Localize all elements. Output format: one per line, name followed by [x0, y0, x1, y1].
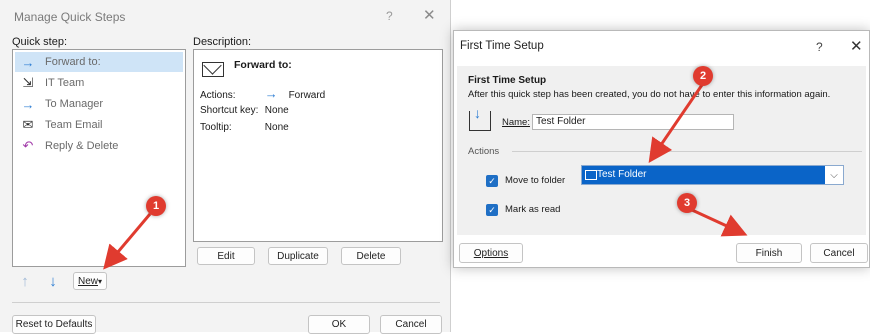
shortcut-key: Shortcut key:: [200, 105, 259, 116]
new-button-label: New: [77, 275, 98, 287]
options-button[interactable]: Options: [459, 243, 523, 263]
folder-select[interactable]: Test Folder ⌵: [581, 165, 844, 185]
list-item-team-email[interactable]: ✉ Team Email: [15, 115, 183, 135]
actions-label: Actions: [468, 146, 500, 157]
shortcut-value: None: [264, 105, 289, 116]
forward-arrow-icon: →: [21, 96, 35, 112]
delete-button[interactable]: Delete: [341, 247, 401, 265]
list-item-label: Reply & Delete: [45, 140, 119, 152]
close-icon[interactable]: ✕: [850, 37, 863, 55]
help-button[interactable]: ?: [816, 40, 823, 54]
tooltip-key: Tooltip:: [200, 122, 232, 133]
move-to-folder-label: Move to folder: [505, 175, 566, 186]
quick-step-icon: ↓: [469, 105, 491, 131]
manage-quick-steps-dialog: Manage Quick Steps ? ✕ Quick step: Descr…: [0, 0, 451, 334]
dialog-title: Manage Quick Steps: [14, 10, 126, 24]
envelope-icon: ✉: [22, 117, 34, 132]
list-item-label: Team Email: [45, 119, 103, 131]
new-button[interactable]: New ▾: [73, 272, 107, 290]
envelope-icon: [202, 62, 224, 77]
step-badge-2: 2: [693, 66, 713, 86]
chevron-down-icon: ▾: [98, 276, 103, 286]
mark-as-read-label: Mark as read: [505, 204, 561, 215]
list-item-label: IT Team: [45, 77, 85, 89]
info-text: After this quick step has been created, …: [468, 89, 831, 100]
list-item-to-manager[interactable]: → To Manager: [15, 94, 183, 114]
move-down-icon[interactable]: ↓: [42, 270, 64, 292]
actions-value: Forward: [288, 90, 326, 101]
quick-step-list[interactable]: → Forward to: ⇲ IT Team → To Manager ✉ T…: [12, 49, 186, 267]
chevron-down-icon[interactable]: ⌵: [825, 166, 843, 184]
cancel-button[interactable]: Cancel: [810, 243, 868, 263]
duplicate-button[interactable]: Duplicate: [268, 247, 328, 265]
description-label: Description:: [193, 36, 252, 48]
cancel-button[interactable]: Cancel: [380, 315, 442, 334]
description-title: Forward to:: [234, 59, 292, 71]
step-badge-1: 1: [146, 196, 166, 216]
move-up-icon[interactable]: ↑: [14, 270, 36, 292]
dialog-title: First Time Setup: [460, 40, 544, 52]
step-badge-3: 3: [677, 193, 697, 213]
forward-arrow-icon: →: [264, 86, 278, 101]
section-heading: First Time Setup: [468, 75, 547, 86]
quick-step-label: Quick step:: [12, 36, 68, 48]
actions-divider: [512, 151, 862, 152]
close-icon[interactable]: ✕: [423, 6, 436, 24]
actions-key: Actions:: [200, 90, 236, 101]
forward-arrow-icon: →: [21, 54, 35, 70]
actions-row: Actions: → Forward: [200, 86, 325, 101]
folder-select-value: Test Folder: [597, 169, 647, 180]
edit-button[interactable]: Edit: [197, 247, 255, 265]
reply-icon: ↶: [22, 138, 34, 153]
team-icon: ⇲: [22, 75, 34, 90]
folder-icon: [585, 170, 597, 180]
tooltip-row: Tooltip: None: [200, 122, 289, 133]
move-to-folder-checkbox[interactable]: ✓: [486, 175, 498, 187]
divider: [12, 302, 440, 303]
list-item-reply-delete[interactable]: ↶ Reply & Delete: [15, 136, 183, 156]
help-button[interactable]: ?: [386, 9, 393, 23]
list-item-forward-to[interactable]: → Forward to:: [15, 52, 183, 72]
description-panel: Forward to: Actions: → Forward Shortcut …: [193, 49, 443, 242]
list-item-label: Forward to:: [45, 56, 101, 68]
shortcut-row: Shortcut key: None: [200, 105, 289, 116]
finish-button[interactable]: Finish: [736, 243, 802, 263]
name-input[interactable]: Test Folder: [532, 114, 734, 130]
name-label: Name:: [502, 117, 530, 128]
mark-as-read-checkbox[interactable]: ✓: [486, 204, 498, 216]
tooltip-value: None: [264, 122, 289, 133]
first-time-setup-dialog: First Time Setup ? ✕ First Time Setup Af…: [453, 30, 870, 268]
list-item-it-team[interactable]: ⇲ IT Team: [15, 73, 183, 93]
list-item-label: To Manager: [45, 98, 104, 110]
ok-button[interactable]: OK: [308, 315, 370, 334]
reset-to-defaults-button[interactable]: Reset to Defaults: [12, 315, 96, 334]
